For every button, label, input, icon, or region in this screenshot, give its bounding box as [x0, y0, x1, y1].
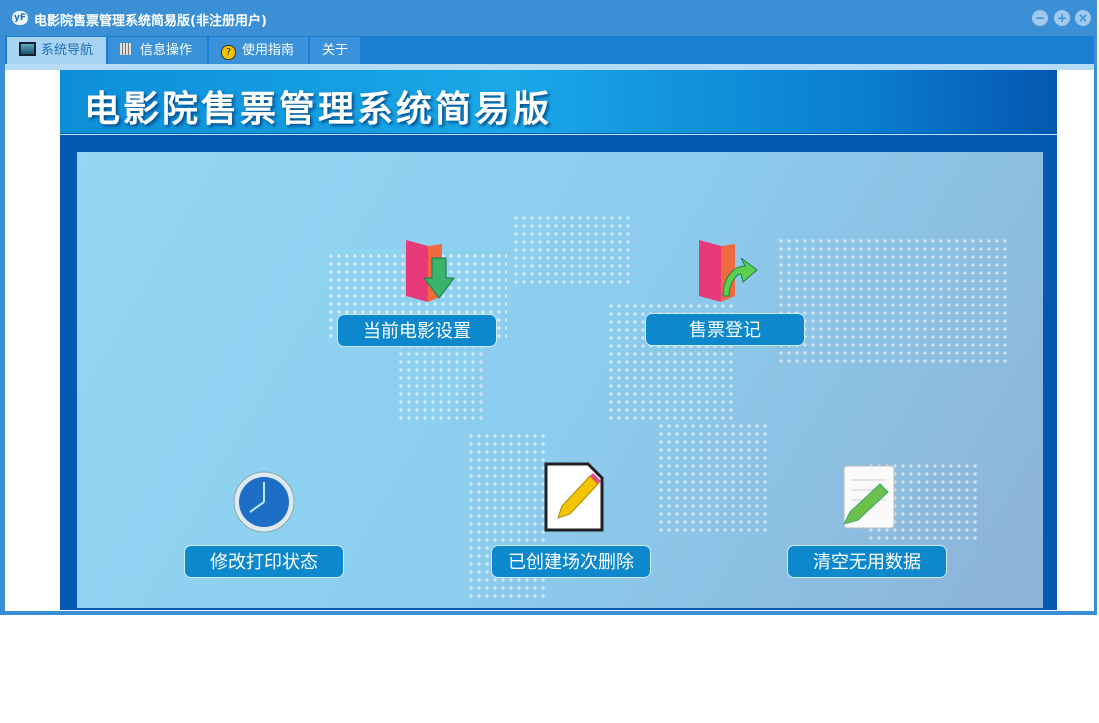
main-panel: 电影院售票管理系统简易版 当前电影设置 售票登记 修改打印状态 已创建场次删除 [60, 70, 1057, 610]
edit-document-icon [544, 462, 604, 532]
window-title: 电影院售票管理系统简易版(非注册用户) [34, 14, 267, 29]
app-logo-icon: yF [12, 11, 28, 25]
restore-button[interactable]: + [1054, 10, 1070, 26]
map-dots [657, 422, 767, 532]
tab-label: 关于 [322, 43, 349, 58]
divider [60, 134, 1057, 135]
banner-title: 电影院售票管理系统简易版 [84, 89, 553, 130]
help-icon: ? [221, 45, 236, 60]
content-area: 电影院售票管理系统简易版 当前电影设置 售票登记 修改打印状态 已创建场次删除 [5, 70, 1094, 611]
title-bar: yF 电影院售票管理系统简易版(非注册用户) − + × [2, 0, 1095, 36]
ticket-registration-button[interactable]: 售票登记 [645, 313, 805, 346]
clock-icon [233, 471, 295, 533]
map-dots [777, 237, 1007, 367]
map-dots [397, 342, 487, 422]
monitor-icon [19, 42, 36, 56]
tab-user-guide[interactable]: ? 使用指南 [209, 37, 308, 64]
app-window: yF 电影院售票管理系统简易版(非注册用户) − + × 系统导航 信息操作 ?… [0, 0, 1097, 615]
folder-download-icon [406, 240, 455, 302]
notepad-pencil-icon [843, 465, 895, 529]
modify-print-status-button[interactable]: 修改打印状态 [184, 545, 344, 578]
delete-created-sessions-button[interactable]: 已创建场次删除 [491, 545, 651, 578]
tab-info-ops[interactable]: 信息操作 [108, 37, 207, 64]
current-movie-settings-button[interactable]: 当前电影设置 [337, 314, 497, 347]
tab-about[interactable]: 关于 [310, 37, 360, 64]
map-dots [512, 214, 632, 284]
world-map-background [77, 152, 1043, 608]
tab-label: 使用指南 [242, 43, 295, 58]
clear-unused-data-button[interactable]: 清空无用数据 [787, 545, 947, 578]
tab-bar: 系统导航 信息操作 ? 使用指南 关于 [5, 36, 1094, 64]
banner: 电影院售票管理系统简易版 [60, 70, 1057, 133]
close-button[interactable]: × [1075, 10, 1091, 26]
tab-system-nav[interactable]: 系统导航 [7, 37, 106, 64]
grid-icon [120, 43, 132, 55]
minimize-button[interactable]: − [1032, 10, 1048, 26]
tab-label: 系统导航 [41, 43, 94, 58]
tab-label: 信息操作 [140, 43, 193, 58]
folder-arrow-icon [699, 240, 758, 302]
